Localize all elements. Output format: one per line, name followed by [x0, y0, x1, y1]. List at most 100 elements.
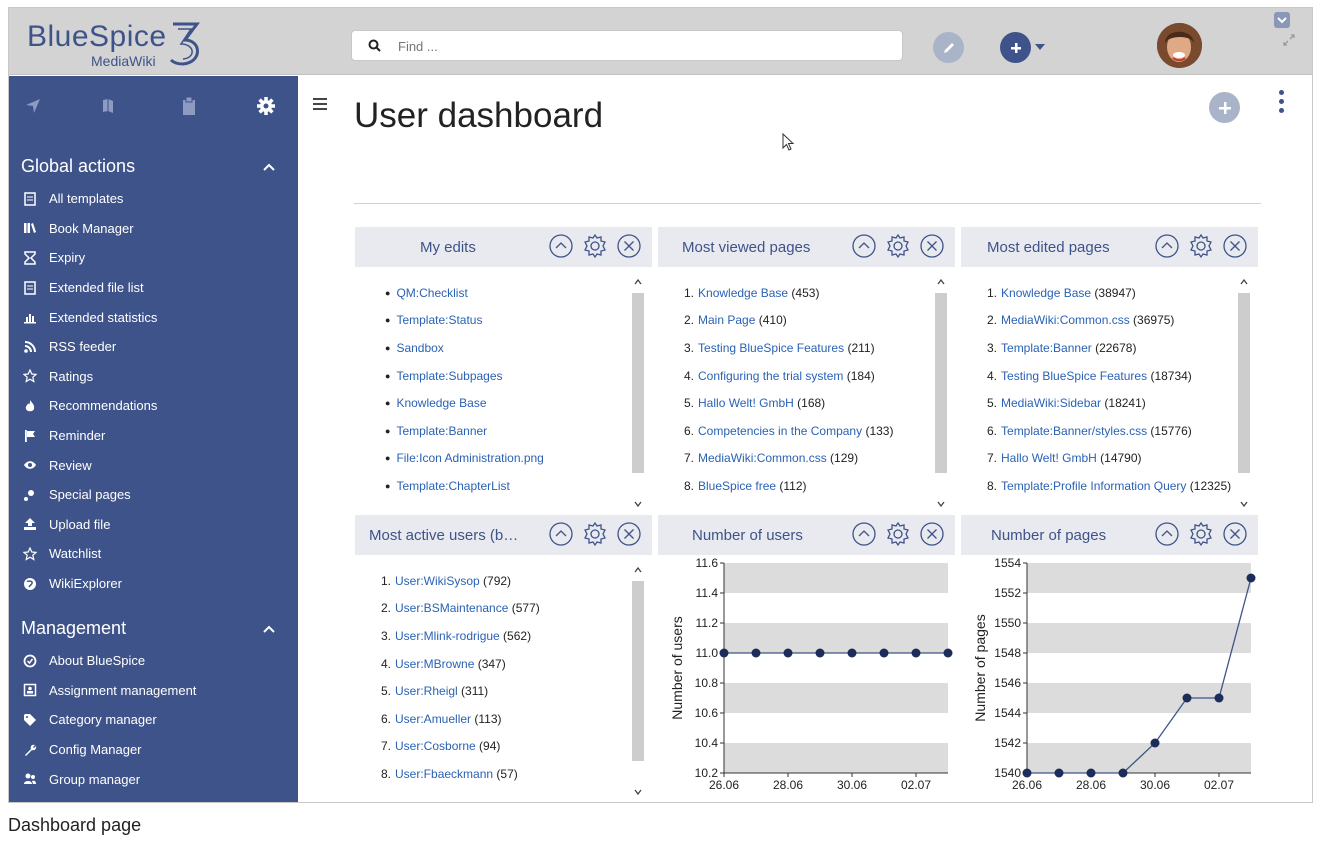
scrollbar[interactable] — [632, 279, 644, 509]
tab-books[interactable] — [96, 94, 120, 118]
scroll-down-arrow-icon[interactable] — [937, 501, 945, 507]
sidebar-item-book-manager[interactable]: Book Manager — [21, 214, 157, 244]
portlet-settings-button[interactable] — [885, 233, 911, 259]
menu-toggle-icon[interactable] — [313, 98, 327, 113]
create-button[interactable] — [1000, 32, 1031, 63]
page-link[interactable]: Template:Subpages — [396, 369, 502, 383]
page-link[interactable]: Configuring the trial system — [698, 369, 843, 383]
collapse-portlet-button[interactable] — [1154, 233, 1180, 259]
chevron-up-icon[interactable] — [263, 162, 275, 172]
portlet-settings-button[interactable] — [885, 521, 911, 547]
page-link[interactable]: Testing BlueSpice Features — [1001, 369, 1147, 383]
page-link[interactable]: User:Mlink-rodrigue — [395, 629, 500, 643]
tab-clipboard[interactable] — [177, 94, 201, 118]
page-link[interactable]: Main Page — [698, 313, 755, 327]
scroll-down-arrow-icon[interactable] — [634, 789, 642, 795]
sidebar-item-review[interactable]: Review — [21, 450, 157, 480]
page-link[interactable]: User:WikiSysop — [395, 574, 480, 588]
section-title-management[interactable]: Management — [21, 618, 126, 639]
page-link[interactable]: Template:ChapterList — [396, 479, 509, 493]
page-link[interactable]: File:Icon Administration.png — [396, 451, 543, 465]
scroll-thumb[interactable] — [632, 581, 644, 761]
sidebar-item-special-pages[interactable]: Special pages — [21, 480, 157, 510]
scroll-up-arrow-icon[interactable] — [1240, 279, 1248, 285]
page-link[interactable]: Competencies in the Company — [698, 424, 862, 438]
logo[interactable]: BlueSpice MediaWiki — [27, 20, 287, 70]
page-link[interactable]: User:Fbaeckmann — [395, 767, 493, 781]
caret-down-icon[interactable] — [1035, 43, 1045, 51]
close-portlet-button[interactable] — [616, 233, 642, 259]
page-link[interactable]: Template:Profile Information Query — [1001, 479, 1186, 493]
scroll-down-arrow-icon[interactable] — [634, 501, 642, 507]
page-link[interactable]: Template:Banner/styles.css — [1001, 424, 1147, 438]
page-link[interactable]: User:Amueller — [395, 712, 471, 726]
sidebar-item-upload-file[interactable]: Upload file — [21, 510, 157, 540]
page-link[interactable]: Knowledge Base — [396, 396, 486, 410]
sidebar-item-rss-feeder[interactable]: RSS feeder — [21, 332, 157, 362]
page-link[interactable]: Sandbox — [396, 341, 443, 355]
sidebar-item-assignment-management[interactable]: Assignment management — [21, 676, 196, 706]
sidebar-item-all-templates[interactable]: All templates — [21, 184, 157, 214]
close-portlet-button[interactable] — [919, 233, 945, 259]
scrollbar[interactable] — [632, 567, 644, 797]
collapse-portlet-button[interactable] — [1154, 521, 1180, 547]
sidebar-item-watchlist[interactable]: Watchlist — [21, 539, 157, 569]
scroll-up-arrow-icon[interactable] — [634, 567, 642, 573]
scrollbar[interactable] — [935, 279, 947, 509]
close-portlet-button[interactable] — [1222, 521, 1248, 547]
sidebar-item-category-manager[interactable]: Category manager — [21, 705, 196, 735]
portlet-settings-button[interactable] — [1188, 233, 1214, 259]
edit-button[interactable] — [933, 32, 964, 63]
page-link[interactable]: Knowledge Base — [1001, 286, 1091, 300]
collapse-portlet-button[interactable] — [851, 233, 877, 259]
collapse-portlet-button[interactable] — [851, 521, 877, 547]
sidebar-item-interwiki-links[interactable]: Interwiki links — [21, 794, 196, 802]
page-link[interactable]: MediaWiki:Common.css — [1001, 313, 1130, 327]
user-avatar[interactable] — [1157, 23, 1202, 68]
page-link[interactable]: MediaWiki:Common.css — [698, 451, 827, 465]
page-link[interactable]: Knowledge Base — [698, 286, 788, 300]
scroll-thumb[interactable] — [1238, 293, 1250, 473]
page-link[interactable]: BlueSpice free — [698, 479, 776, 493]
sidebar-item-group-manager[interactable]: Group manager — [21, 764, 196, 794]
fullscreen-icon[interactable] — [1283, 34, 1295, 46]
page-link[interactable]: Hallo Welt! GmbH — [1001, 451, 1097, 465]
sidebar-item-wikiexplorer[interactable]: WikiExplorer — [21, 569, 157, 599]
page-link[interactable]: Hallo Welt! GmbH — [698, 396, 794, 410]
tab-settings[interactable] — [254, 94, 278, 118]
page-link[interactable]: QM:Checklist — [396, 286, 467, 300]
page-link[interactable]: Template:Banner — [1001, 341, 1092, 355]
page-link[interactable]: Template:Status — [396, 313, 482, 327]
sidebar-item-config-manager[interactable]: Config Manager — [21, 735, 196, 765]
sidebar-item-reminder[interactable]: Reminder — [21, 421, 157, 451]
add-portlet-button[interactable] — [1209, 92, 1240, 123]
portlet-settings-button[interactable] — [582, 233, 608, 259]
page-link[interactable]: User:Rheigl — [395, 684, 458, 698]
sidebar-item-extended-file-list[interactable]: Extended file list — [21, 273, 157, 303]
scroll-thumb[interactable] — [935, 293, 947, 473]
page-link[interactable]: MediaWiki:Sidebar — [1001, 396, 1101, 410]
page-link[interactable]: User:Cosborne — [395, 739, 476, 753]
page-link[interactable]: User:BSMaintenance — [395, 601, 508, 615]
tab-navigation[interactable] — [21, 94, 45, 118]
sidebar-item-ratings[interactable]: Ratings — [21, 362, 157, 392]
close-portlet-button[interactable] — [616, 521, 642, 547]
scroll-thumb[interactable] — [632, 293, 644, 473]
section-title-global-actions[interactable]: Global actions — [21, 156, 135, 177]
sidebar-item-extended-statistics[interactable]: Extended statistics — [21, 302, 157, 332]
page-link[interactable]: User:MBrowne — [395, 657, 474, 671]
scroll-up-arrow-icon[interactable] — [634, 279, 642, 285]
scroll-down-arrow-icon[interactable] — [1240, 501, 1248, 507]
close-portlet-button[interactable] — [919, 521, 945, 547]
scrollbar[interactable] — [1238, 279, 1250, 509]
page-link[interactable]: Template:Banner — [396, 424, 487, 438]
search-box[interactable] — [351, 30, 903, 61]
collapse-header-button[interactable] — [1274, 12, 1290, 28]
sidebar-item-recommendations[interactable]: Recommendations — [21, 391, 157, 421]
more-actions-icon[interactable] — [1279, 90, 1287, 117]
collapse-portlet-button[interactable] — [548, 521, 574, 547]
collapse-portlet-button[interactable] — [548, 233, 574, 259]
sidebar-item-about-bluespice[interactable]: About BlueSpice — [21, 646, 196, 676]
portlet-settings-button[interactable] — [1188, 521, 1214, 547]
close-portlet-button[interactable] — [1222, 233, 1248, 259]
